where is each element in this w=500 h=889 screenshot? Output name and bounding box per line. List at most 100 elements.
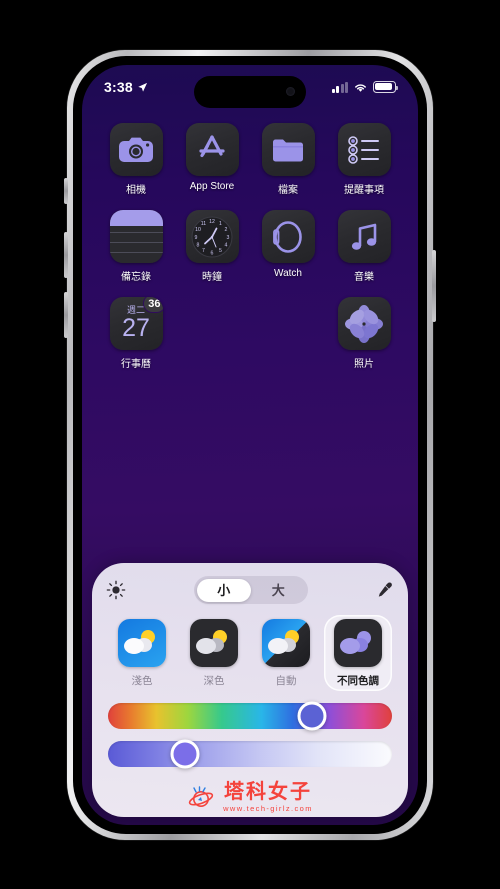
segment-small[interactable]: 小 xyxy=(196,578,251,602)
hue-slider-thumb[interactable] xyxy=(297,701,327,731)
music-note-glyph-icon xyxy=(351,223,377,250)
app-label: 備忘錄 xyxy=(121,272,151,283)
app-label: 時鐘 xyxy=(202,272,222,283)
panel-header: 小 大 xyxy=(106,575,394,605)
appearance-option-light[interactable]: 淺色 xyxy=(108,615,176,691)
volume-up-button[interactable] xyxy=(64,232,68,278)
camera-app-icon xyxy=(109,123,163,176)
power-button[interactable] xyxy=(432,250,436,322)
app-calendar[interactable]: 週二 27 36 行事曆 xyxy=(98,297,174,370)
svg-text:7: 7 xyxy=(202,248,205,254)
music-app-icon xyxy=(337,210,391,263)
app-app-store[interactable]: App Store xyxy=(174,123,250,196)
app-store-glyph-icon xyxy=(199,134,225,157)
screenshot-stage: 3:38 相機 App Store 檔案 提醒事項 備忘錄 12 1 2 3 4… xyxy=(0,0,500,889)
app-row: 週二 27 36 行事曆 照片 xyxy=(98,297,402,384)
app-music[interactable]: 音樂 xyxy=(326,210,402,283)
folder-glyph-icon xyxy=(273,139,303,161)
svg-text:9: 9 xyxy=(195,235,198,241)
clock-app-icon: 12 1 23 45 67 89 10 11 xyxy=(185,210,239,263)
weather-glyph-icon xyxy=(196,630,227,654)
saturn-planet-logo-icon xyxy=(188,785,214,807)
status-bar-time: 3:38 xyxy=(104,79,133,95)
watermark-text: 塔科女子 www.tech-girlz.com xyxy=(223,782,313,813)
action-button[interactable] xyxy=(64,178,68,204)
svg-text:11: 11 xyxy=(201,221,206,227)
app-label: 相機 xyxy=(126,185,146,196)
calendar-day: 27 xyxy=(122,314,150,342)
tint-intensity-slider[interactable] xyxy=(108,739,392,769)
appearance-settings-panel: 小 大 淺色 深色 自動 不同色調 塔科女子 www.tech-girlz.co… xyxy=(92,563,408,817)
app-reminders[interactable]: 提醒事項 xyxy=(326,123,402,196)
app-row: 相機 App Store 檔案 提醒事項 xyxy=(98,123,402,210)
appearance-option-dark[interactable]: 深色 xyxy=(180,615,248,691)
photos-flower-glyph-icon xyxy=(345,304,383,343)
app-label: App Store xyxy=(189,181,235,192)
app-camera[interactable]: 相機 xyxy=(98,123,174,196)
home-screen-grid: 相機 App Store 檔案 提醒事項 備忘錄 12 1 2 3 4 5 6 … xyxy=(82,123,418,384)
color-sliders xyxy=(106,701,394,769)
brightness-sun-icon[interactable] xyxy=(106,580,126,600)
wifi-icon xyxy=(355,83,366,92)
phone-screen: 3:38 相機 App Store 檔案 提醒事項 備忘錄 12 1 2 3 4… xyxy=(82,65,418,825)
appearance-option-label: 淺色 xyxy=(131,675,153,687)
app-label: 照片 xyxy=(354,359,374,370)
svg-text:5: 5 xyxy=(219,248,222,254)
camera-glyph-icon xyxy=(119,137,153,162)
location-arrow-icon xyxy=(138,82,147,92)
weather-glyph-icon xyxy=(124,630,155,654)
svg-text:3: 3 xyxy=(227,235,230,241)
status-bar-right xyxy=(331,81,399,93)
tint-intensity-slider-thumb[interactable] xyxy=(170,739,200,769)
app-label: 行事曆 xyxy=(121,359,151,370)
watermark-brand: 塔科女子 xyxy=(223,781,312,803)
svg-text:4: 4 xyxy=(225,242,228,248)
svg-text:6: 6 xyxy=(211,250,214,256)
appearance-option-auto[interactable]: 自動 xyxy=(252,615,320,691)
app-row: 備忘錄 12 1 23 45 67 89 10 11 時鐘 Watch 音樂 xyxy=(98,210,402,297)
appearance-option-tinted[interactable]: 不同色調 xyxy=(324,615,392,691)
hue-slider[interactable] xyxy=(108,701,392,731)
svg-text:8: 8 xyxy=(197,242,200,248)
app-files[interactable]: 檔案 xyxy=(250,123,326,196)
reminders-app-icon xyxy=(337,123,391,176)
app-watch[interactable]: Watch xyxy=(250,210,326,283)
tinted-appearance-icon xyxy=(334,619,382,667)
watermark-url: www.tech-girlz.com xyxy=(223,804,313,813)
svg-text:2: 2 xyxy=(225,227,228,233)
appearance-option-label: 深色 xyxy=(203,675,225,687)
watch-app-icon xyxy=(261,210,315,263)
app-label: 提醒事項 xyxy=(344,185,384,196)
dynamic-island xyxy=(194,76,306,108)
svg-text:10: 10 xyxy=(195,227,201,233)
app-label: 檔案 xyxy=(278,185,298,196)
app-clock[interactable]: 12 1 23 45 67 89 10 11 時鐘 xyxy=(174,210,250,283)
photos-app-icon xyxy=(337,297,391,350)
app-notes[interactable]: 備忘錄 xyxy=(98,210,174,283)
icon-size-segmented-control[interactable]: 小 大 xyxy=(194,576,308,604)
volume-down-button[interactable] xyxy=(64,292,68,338)
clock-glyph-icon: 12 1 23 45 67 89 1011 xyxy=(191,216,233,257)
notes-glyph-icon xyxy=(109,210,163,263)
watermark: 塔科女子 www.tech-girlz.com xyxy=(92,782,408,813)
calendar-app-icon: 週二 27 36 xyxy=(109,297,163,350)
svg-text:12: 12 xyxy=(209,219,215,225)
reminders-glyph-icon xyxy=(348,135,379,164)
weather-glyph-icon xyxy=(268,630,299,654)
auto-appearance-icon xyxy=(262,619,310,667)
dark-appearance-icon xyxy=(190,619,238,667)
app-badge: 36 xyxy=(143,297,163,313)
status-bar-left: 3:38 xyxy=(104,79,148,95)
appearance-option-label: 自動 xyxy=(275,675,297,687)
cellular-signal-icon xyxy=(331,81,348,93)
watch-glyph-icon xyxy=(273,220,302,253)
appearance-options-list: 淺色 深色 自動 不同色調 xyxy=(106,615,394,691)
files-app-icon xyxy=(261,123,315,176)
app-label: Watch xyxy=(274,268,302,279)
svg-text:1: 1 xyxy=(219,221,222,227)
app-photos[interactable]: 照片 xyxy=(326,297,402,370)
eyedropper-icon[interactable] xyxy=(376,581,394,599)
app-label: 音樂 xyxy=(354,272,374,283)
segment-large[interactable]: 大 xyxy=(251,579,306,602)
app-store-app-icon xyxy=(185,123,239,176)
